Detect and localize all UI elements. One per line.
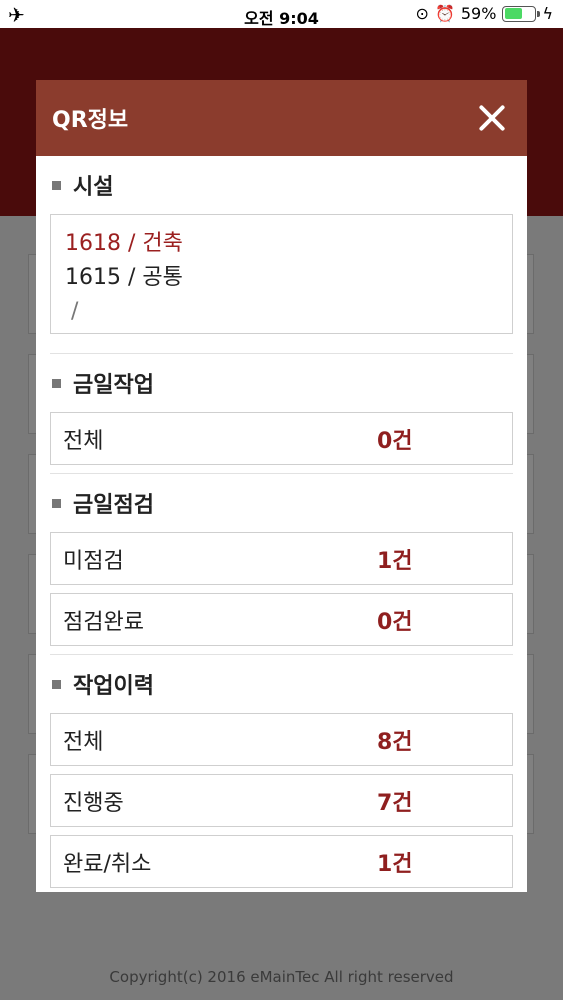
section-title-today-inspection: 금일점검 bbox=[50, 474, 513, 532]
section-title-work-history: 작업이력 bbox=[50, 655, 513, 713]
stat-label: 진행중 bbox=[63, 790, 124, 816]
history-total-row[interactable]: 전체 8건 bbox=[50, 713, 513, 766]
stat-value: 7건 bbox=[377, 790, 413, 816]
bullet-icon bbox=[52, 180, 61, 190]
stat-label: 전체 bbox=[63, 729, 104, 755]
battery-icon bbox=[502, 5, 541, 22]
section-title-today-work: 금일작업 bbox=[50, 354, 513, 412]
history-completed-row[interactable]: 완료/취소 1건 bbox=[50, 835, 513, 888]
stat-value: 8건 bbox=[377, 729, 413, 755]
stat-value: 0건 bbox=[377, 428, 413, 454]
status-right: ⊙ ⏰ 59% ϟ bbox=[416, 4, 553, 23]
copyright-text: Copyright(c) 2016 eMainTec All right res… bbox=[109, 968, 454, 986]
inspection-done-row[interactable]: 점검완료 0건 bbox=[50, 593, 513, 646]
bullet-icon bbox=[52, 679, 61, 689]
stat-label: 점검완료 bbox=[63, 609, 144, 635]
stat-value: 1건 bbox=[377, 548, 413, 574]
stat-value: 1건 bbox=[377, 851, 413, 877]
history-in-progress-row[interactable]: 진행중 7건 bbox=[50, 774, 513, 827]
section-title-facility: 시설 bbox=[50, 156, 513, 214]
today-work-total-row[interactable]: 전체 0건 bbox=[50, 412, 513, 465]
alarm-icon: ⏰ bbox=[434, 4, 455, 23]
status-bar: ✈ 오전 9:04 ⊙ ⏰ 59% ϟ bbox=[0, 0, 563, 28]
battery-percent: 59% bbox=[460, 4, 497, 23]
orientation-lock-icon: ⊙ bbox=[415, 4, 429, 23]
stat-label: 완료/취소 bbox=[63, 851, 152, 877]
facility-item[interactable]: 1615 / 공통 bbox=[65, 261, 498, 295]
bullet-icon bbox=[52, 498, 61, 508]
facility-item-selected[interactable]: 1618 / 건축 bbox=[65, 227, 498, 261]
qr-info-modal: QR정보 시설 1618 / 건축 1615 / 공통 / 금일작업 전체 0건… bbox=[36, 80, 527, 892]
stat-label: 전체 bbox=[63, 428, 104, 454]
inspection-pending-row[interactable]: 미점검 1건 bbox=[50, 532, 513, 585]
modal-header: QR정보 bbox=[36, 80, 527, 156]
bullet-icon bbox=[52, 378, 61, 388]
facility-item[interactable]: / bbox=[65, 295, 498, 329]
close-icon[interactable] bbox=[475, 101, 509, 135]
modal-body: 시설 1618 / 건축 1615 / 공통 / 금일작업 전체 0건 금일점검… bbox=[36, 156, 527, 888]
modal-title: QR정보 bbox=[52, 108, 129, 133]
stat-label: 미점검 bbox=[63, 548, 124, 574]
charging-icon: ϟ bbox=[542, 4, 553, 23]
stat-value: 0건 bbox=[377, 609, 413, 635]
facility-box: 1618 / 건축 1615 / 공통 / bbox=[50, 214, 513, 334]
